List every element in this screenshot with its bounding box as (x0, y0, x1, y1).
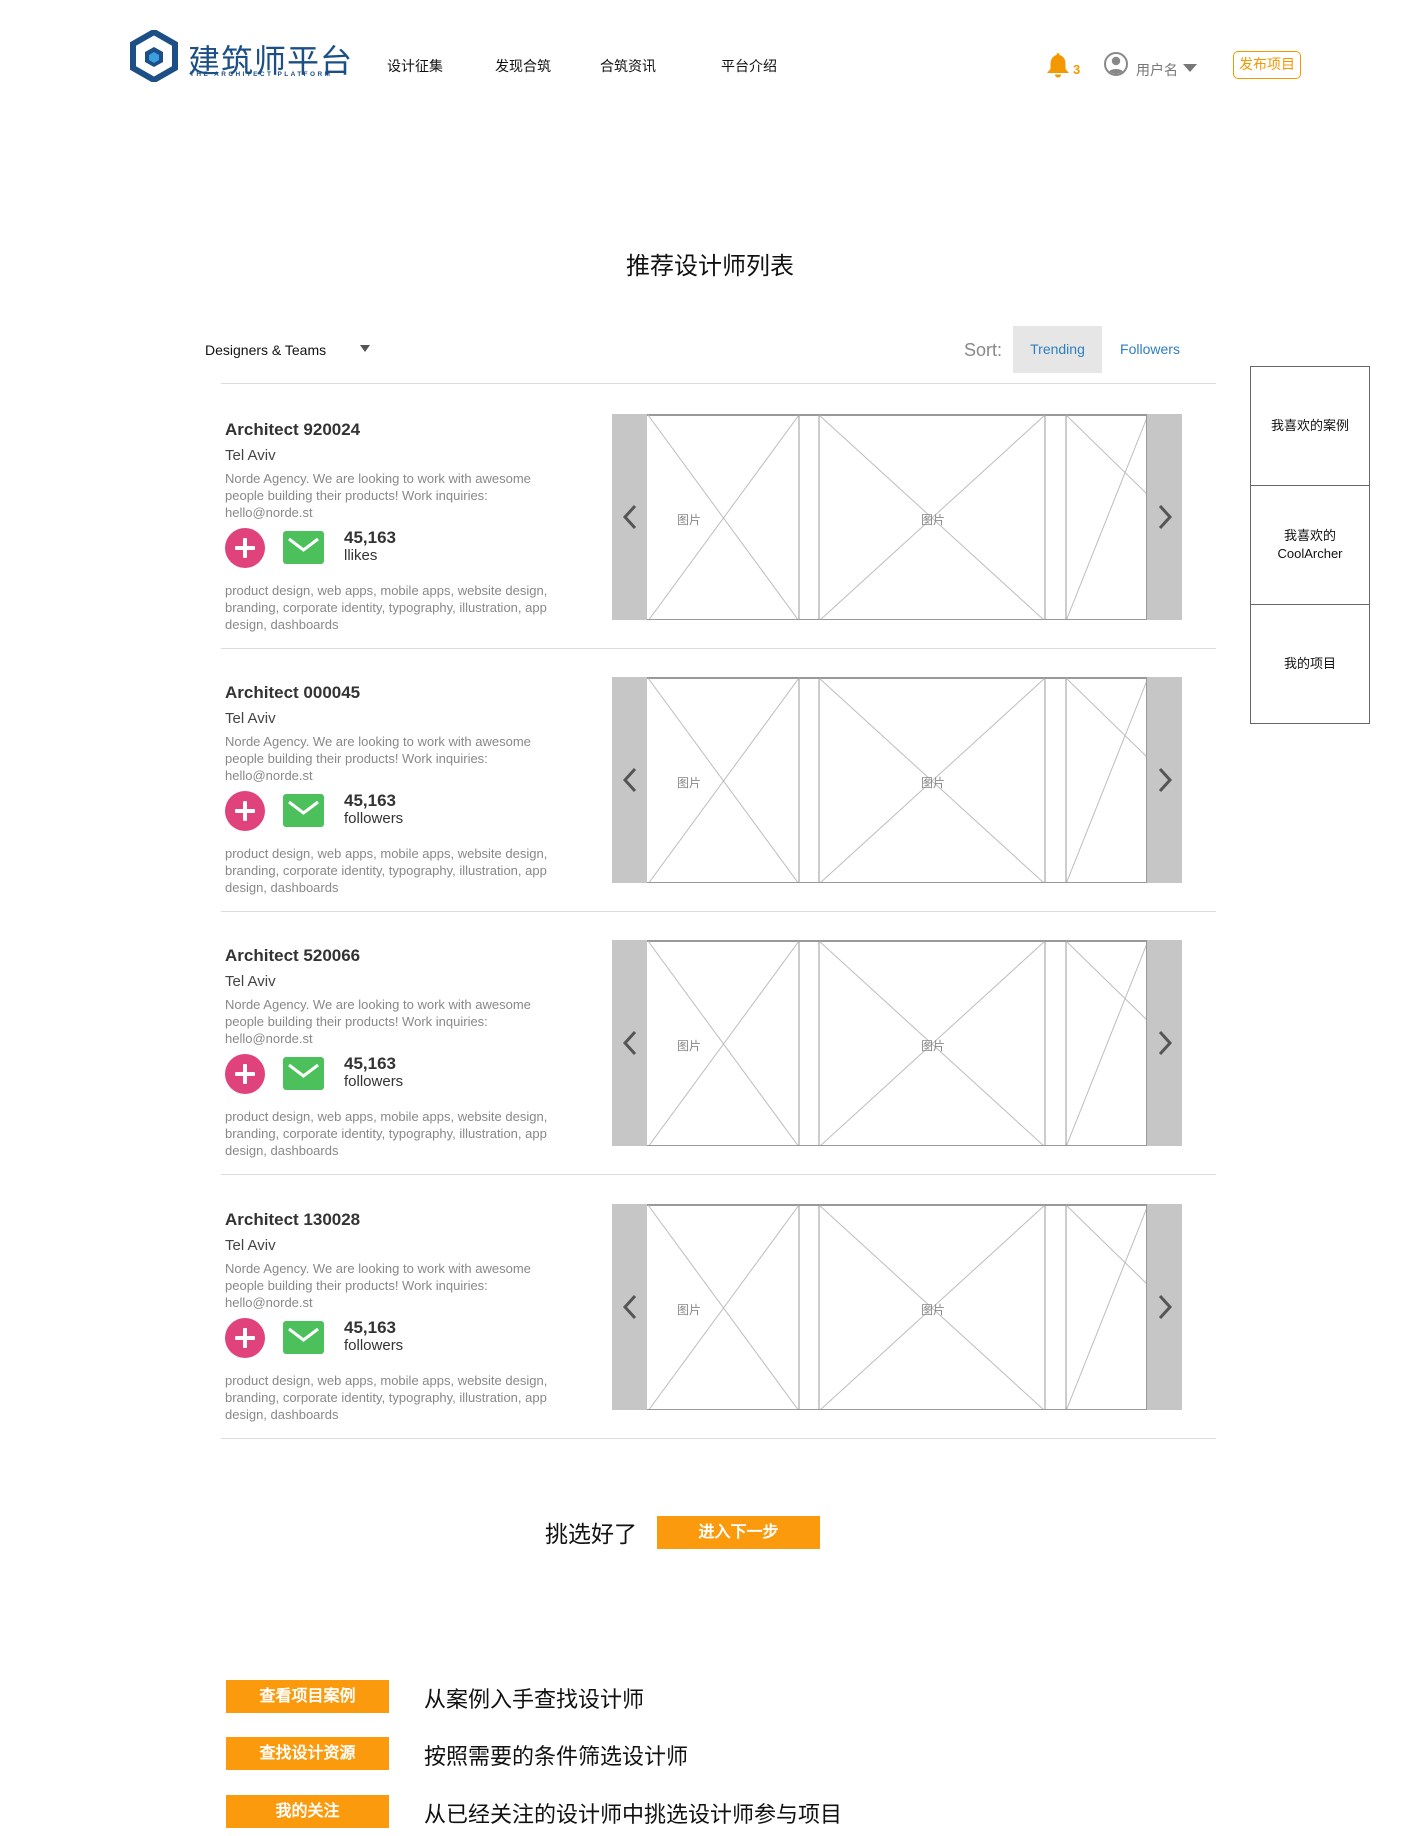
username[interactable]: 用户名 (1136, 60, 1178, 80)
carousel-next-button[interactable] (1147, 677, 1182, 883)
next-step-button[interactable]: 进入下一步 (657, 1516, 820, 1549)
side-my-projects[interactable]: 我的项目 (1250, 604, 1370, 724)
designer-city: Tel Aviv (225, 1237, 276, 1254)
my-follows-button[interactable]: 我的关注 (226, 1795, 389, 1828)
publish-project-button[interactable]: 发布项目 (1233, 51, 1301, 79)
stat-label: llikes (344, 547, 378, 564)
stat-value: 45,163 (344, 1318, 396, 1337)
logo-subtitle: THE ARCHITECT PLATFORM (190, 71, 333, 78)
stat-label: followers (344, 1073, 404, 1090)
mail-button[interactable] (283, 531, 324, 564)
designer-row: Architect 520066 Tel Aviv Norde Agency. We… (0, 918, 1420, 1180)
carousel-prev-button[interactable] (612, 677, 647, 883)
designer-row: Architect 130028 Tel Aviv Norde Agency. We… (0, 1182, 1420, 1444)
footer-desc-resources: 按照需要的条件筛选设计师 (424, 1745, 689, 1770)
mail-button[interactable] (283, 794, 324, 827)
image-placeholder-label: 图片 (677, 776, 702, 790)
list-divider (221, 383, 1216, 384)
side-liked-cases[interactable]: 我喜欢的案例 (1250, 366, 1370, 486)
follow-button[interactable] (225, 1054, 265, 1094)
row-divider (221, 648, 1216, 649)
carousel-prev-button[interactable] (612, 940, 647, 1146)
image-placeholder-label: 图片 (677, 513, 702, 527)
designer-bio: Norde Agency. We are looking to work wit… (225, 1261, 531, 1310)
carousel-next-button[interactable] (1147, 414, 1182, 620)
nav-item-design-call[interactable]: 设计征集 (387, 56, 443, 76)
view-project-cases-button[interactable]: 查看项目案例 (226, 1680, 389, 1713)
designer-city: Tel Aviv (225, 973, 276, 990)
row-divider (221, 1438, 1216, 1439)
mail-button[interactable] (283, 1321, 324, 1354)
user-menu-caret-icon[interactable] (1183, 64, 1197, 72)
bell-icon[interactable] (1046, 52, 1070, 78)
find-design-resources-button[interactable]: 查找设计资源 (226, 1737, 389, 1770)
designer-tags: product design, web apps, mobile apps, w… (225, 1373, 548, 1422)
designer-name[interactable]: Architect 920024 (225, 420, 360, 440)
portfolio-carousel[interactable]: 图片 图片 (612, 414, 1182, 620)
image-placeholder-label: 图片 (921, 776, 946, 790)
follow-button[interactable] (225, 791, 265, 831)
carousel-frame: 图片 图片 (612, 677, 1147, 883)
footer-desc-cases: 从案例入手查找设计师 (424, 1688, 645, 1713)
stat-value: 45,163 (344, 528, 396, 547)
image-placeholder-label: 图片 (921, 513, 946, 527)
image-placeholder-label: 图片 (677, 1039, 702, 1053)
designer-name[interactable]: Architect 130028 (225, 1210, 360, 1230)
row-divider (221, 911, 1216, 912)
stat-value: 45,163 (344, 791, 396, 810)
designer-bio: Norde Agency. We are looking to work wit… (225, 471, 531, 520)
logo-mark-icon[interactable] (128, 30, 180, 82)
designer-bio: Norde Agency. We are looking to work wit… (225, 997, 531, 1046)
stat-value: 45,163 (344, 1054, 396, 1073)
footer-desc-follows: 从已经关注的设计师中挑选设计师参与项目 (424, 1803, 843, 1828)
designer-tags: product design, web apps, mobile apps, w… (225, 846, 548, 895)
designer-tags: product design, web apps, mobile apps, w… (225, 583, 548, 632)
portfolio-carousel[interactable]: 图片 图片 (612, 1204, 1182, 1410)
carousel-next-button[interactable] (1147, 940, 1182, 1146)
stat-label: followers (344, 810, 404, 827)
carousel-prev-button[interactable] (612, 1204, 647, 1410)
nav-item-about[interactable]: 平台介绍 (721, 56, 777, 76)
designer-name[interactable]: Architect 520066 (225, 946, 360, 966)
designer-city: Tel Aviv (225, 447, 276, 464)
designer-row: Architect 000045 Tel Aviv Norde Agency. We… (0, 655, 1420, 917)
image-placeholder-label: 图片 (677, 1303, 702, 1317)
nav-item-news[interactable]: 合筑资讯 (600, 56, 656, 76)
carousel-frame: 图片 图片 (612, 1204, 1147, 1410)
page-title: 推荐设计师列表 (626, 252, 794, 280)
portfolio-carousel[interactable]: 图片 图片 (612, 677, 1182, 883)
designer-type-select[interactable]: Designers & Teams (205, 342, 326, 358)
pick-done-label: 挑选好了 (545, 1522, 637, 1548)
stat-label: followers (344, 1337, 404, 1354)
portfolio-carousel[interactable]: 图片 图片 (612, 940, 1182, 1146)
sort-label: Sort: (964, 340, 1003, 360)
sort-trending-button[interactable]: Trending (1013, 326, 1102, 373)
carousel-prev-button[interactable] (612, 414, 647, 620)
mail-button[interactable] (283, 1057, 324, 1090)
designer-bio: Norde Agency. We are looking to work wit… (225, 734, 531, 783)
designer-row: Architect 920024 Tel Aviv Norde Agency. We… (0, 392, 1420, 654)
designer-city: Tel Aviv (225, 710, 276, 727)
notification-count: 3 (1073, 62, 1081, 77)
carousel-next-button[interactable] (1147, 1204, 1182, 1410)
sort-followers-button[interactable]: Followers (1110, 326, 1190, 373)
carousel-frame: 图片 图片 (612, 940, 1147, 1146)
image-placeholder-label: 图片 (921, 1303, 946, 1317)
side-liked-coolarcher[interactable]: 我喜欢的 CoolArcher (1250, 485, 1370, 605)
user-avatar-icon[interactable] (1104, 52, 1128, 76)
follow-button[interactable] (225, 1318, 265, 1358)
nav-item-discover[interactable]: 发现合筑 (495, 56, 551, 76)
caret-down-icon[interactable] (360, 345, 370, 352)
carousel-frame: 图片 图片 (612, 414, 1147, 620)
designer-name[interactable]: Architect 000045 (225, 683, 360, 703)
follow-button[interactable] (225, 528, 265, 568)
row-divider (221, 1174, 1216, 1175)
image-placeholder-label: 图片 (921, 1039, 946, 1053)
designer-tags: product design, web apps, mobile apps, w… (225, 1109, 548, 1158)
